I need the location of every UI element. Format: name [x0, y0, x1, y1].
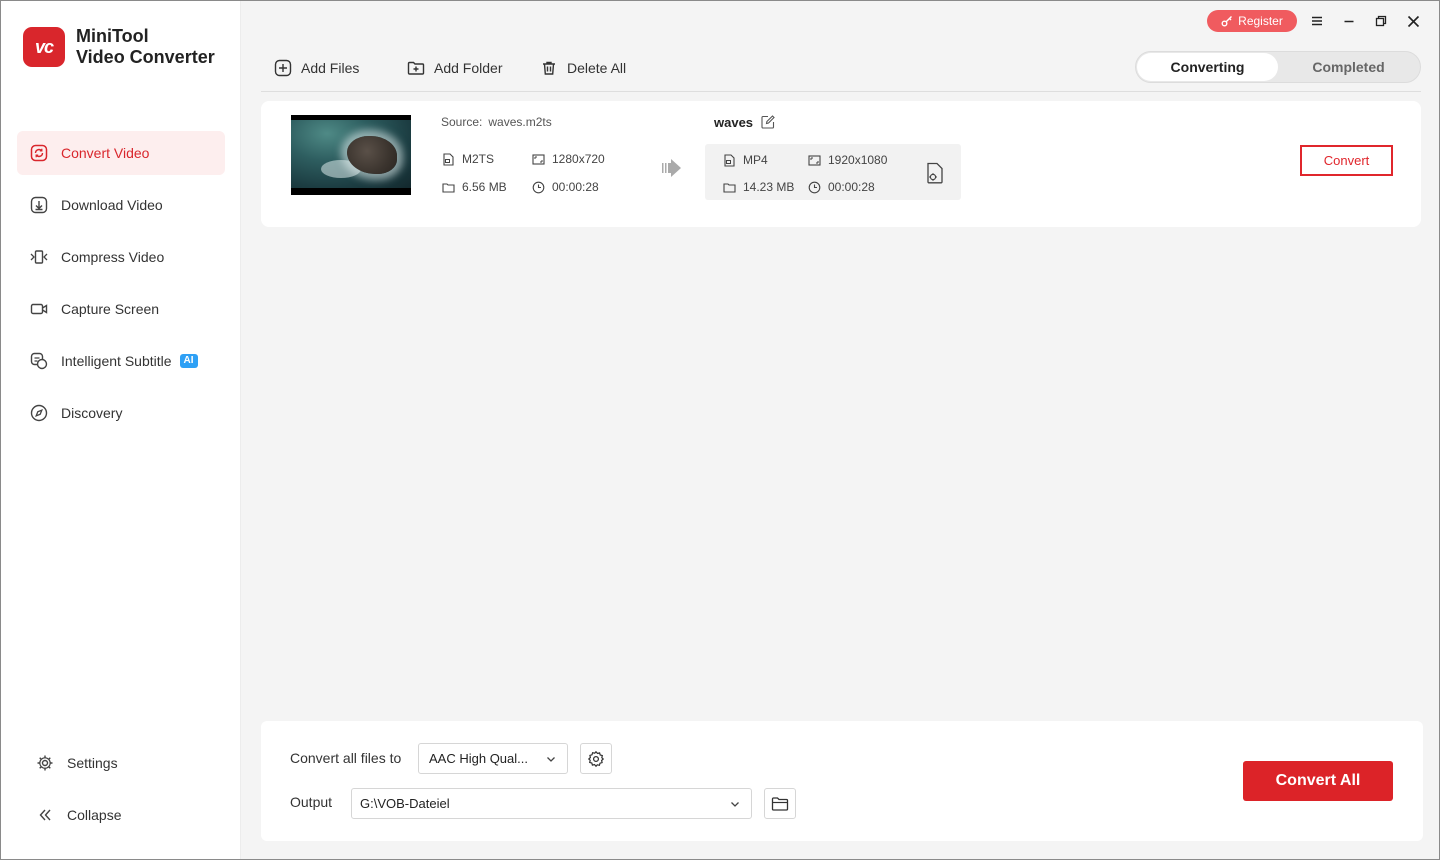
- sidebar-item-convert-video[interactable]: Convert Video: [17, 131, 225, 175]
- output-settings-icon[interactable]: [925, 162, 945, 184]
- sidebar-item-label: Download Video: [61, 197, 163, 213]
- file-format-icon: [441, 152, 455, 166]
- output-format: MP4: [722, 152, 768, 168]
- add-files-button[interactable]: Add Files: [273, 57, 359, 79]
- delete-all-label: Delete All: [567, 60, 627, 76]
- status-tabs: Converting Completed: [1135, 51, 1421, 83]
- source-size: 6.56 MB: [441, 179, 507, 195]
- gear-icon: [587, 750, 605, 767]
- clock-icon: [807, 180, 821, 194]
- sidebar-item-label: Capture Screen: [61, 301, 160, 317]
- minimize-icon[interactable]: [1338, 10, 1360, 32]
- thumbnail-image: [291, 120, 411, 188]
- chevron-down-icon: [547, 757, 555, 762]
- logo-badge: vc: [23, 27, 65, 67]
- tab-converting[interactable]: Converting: [1137, 53, 1278, 81]
- register-label: Register: [1238, 14, 1283, 28]
- convert-all-button[interactable]: Convert All: [1243, 761, 1393, 801]
- close-icon[interactable]: [1402, 10, 1424, 32]
- add-file-icon: [273, 58, 293, 78]
- app-window: vc MiniTool Video Converter Convert Vide…: [0, 0, 1440, 860]
- gear-icon: [35, 753, 55, 773]
- convert-button[interactable]: Convert: [1300, 145, 1393, 176]
- sidebar-nav: Convert Video Download Video Compress Vi…: [17, 131, 225, 443]
- sidebar-item-compress-video[interactable]: Compress Video: [17, 235, 225, 279]
- output-path-value: G:\VOB-Dateiel: [360, 796, 450, 811]
- sidebar-item-label: Discovery: [61, 405, 123, 421]
- resolution-icon: [531, 152, 545, 166]
- source-format: M2TS: [441, 151, 494, 167]
- arrow-right-icon: [661, 158, 683, 178]
- collapse-label: Collapse: [67, 807, 122, 823]
- app-name-line2: Video Converter: [76, 47, 215, 67]
- compress-icon: [29, 247, 49, 267]
- bottom-panel: Convert all files to AAC High Qual... Ou…: [261, 721, 1423, 841]
- app-name-line1: MiniTool: [76, 26, 149, 46]
- output-resolution: 1920x1080: [807, 152, 887, 168]
- add-files-label: Add Files: [301, 60, 360, 76]
- sidebar-item-label: Convert Video: [61, 145, 150, 161]
- sidebar-item-discovery[interactable]: Discovery: [17, 391, 225, 435]
- tab-completed[interactable]: Completed: [1278, 53, 1419, 81]
- add-folder-label: Add Folder: [434, 60, 503, 76]
- folder-icon: [771, 796, 789, 811]
- collapse-button[interactable]: Collapse: [23, 795, 223, 835]
- video-thumbnail[interactable]: [291, 115, 411, 195]
- browse-folder-button[interactable]: [764, 788, 796, 819]
- sidebar: vc MiniTool Video Converter Convert Vide…: [1, 1, 241, 859]
- chevron-down-icon: [731, 802, 739, 807]
- file-format-icon: [722, 153, 736, 167]
- output-duration: 00:00:28: [807, 179, 875, 195]
- download-icon: [29, 195, 49, 215]
- output-format-select[interactable]: AAC High Qual...: [418, 743, 568, 774]
- sidebar-item-label: Intelligent Subtitle: [61, 353, 172, 369]
- source-duration: 00:00:28: [531, 179, 599, 195]
- add-folder-icon: [406, 58, 426, 78]
- compass-icon: [29, 403, 49, 423]
- folder-icon: [722, 180, 736, 194]
- sidebar-item-download-video[interactable]: Download Video: [17, 183, 225, 227]
- output-path-select[interactable]: G:\VOB-Dateiel: [351, 788, 752, 819]
- settings-button[interactable]: Settings: [23, 743, 223, 783]
- sidebar-item-label: Compress Video: [61, 249, 165, 265]
- resolution-icon: [807, 153, 821, 167]
- app-logo: vc MiniTool Video Converter: [23, 26, 215, 68]
- restore-icon[interactable]: [1370, 10, 1392, 32]
- convert-video-icon: [29, 143, 49, 163]
- hamburger-menu-icon[interactable]: [1306, 10, 1328, 32]
- settings-label: Settings: [67, 755, 118, 771]
- subtitle-icon: [29, 351, 49, 371]
- output-filename: waves: [714, 115, 754, 130]
- delete-all-button[interactable]: Delete All: [539, 57, 626, 79]
- sidebar-item-intelligent-subtitle[interactable]: Intelligent Subtitle AI: [17, 339, 225, 383]
- output-info-box[interactable]: MP4 1920x1080 14.23 MB 00:00:28: [705, 144, 961, 200]
- source-label: Source: waves.m2ts: [441, 115, 552, 129]
- sidebar-item-capture-screen[interactable]: Capture Screen: [17, 287, 225, 331]
- register-button[interactable]: Register: [1207, 10, 1297, 32]
- app-name: MiniTool Video Converter: [76, 26, 215, 68]
- folder-icon: [441, 180, 455, 194]
- ai-badge: AI: [179, 354, 198, 368]
- toolbar-divider: [261, 91, 1421, 92]
- sidebar-footer: Settings Collapse: [23, 743, 223, 835]
- file-card: Source: waves.m2ts M2TS 1280x720 6.56 MB …: [261, 101, 1421, 227]
- format-select-value: AAC High Qual...: [429, 751, 528, 766]
- camera-icon: [29, 299, 49, 319]
- trash-icon: [539, 58, 559, 78]
- edit-icon[interactable]: [761, 115, 775, 129]
- output-label: Output: [290, 794, 333, 810]
- clock-icon: [531, 180, 545, 194]
- convert-all-files-to-label: Convert all files to: [290, 750, 402, 766]
- key-icon: [1221, 16, 1233, 27]
- double-chevron-left-icon: [35, 805, 55, 825]
- source-resolution: 1280x720: [531, 151, 605, 167]
- format-settings-button[interactable]: [580, 743, 612, 774]
- source-filename: waves.m2ts: [488, 115, 552, 129]
- add-folder-button[interactable]: Add Folder: [406, 57, 502, 79]
- output-size: 14.23 MB: [722, 179, 794, 195]
